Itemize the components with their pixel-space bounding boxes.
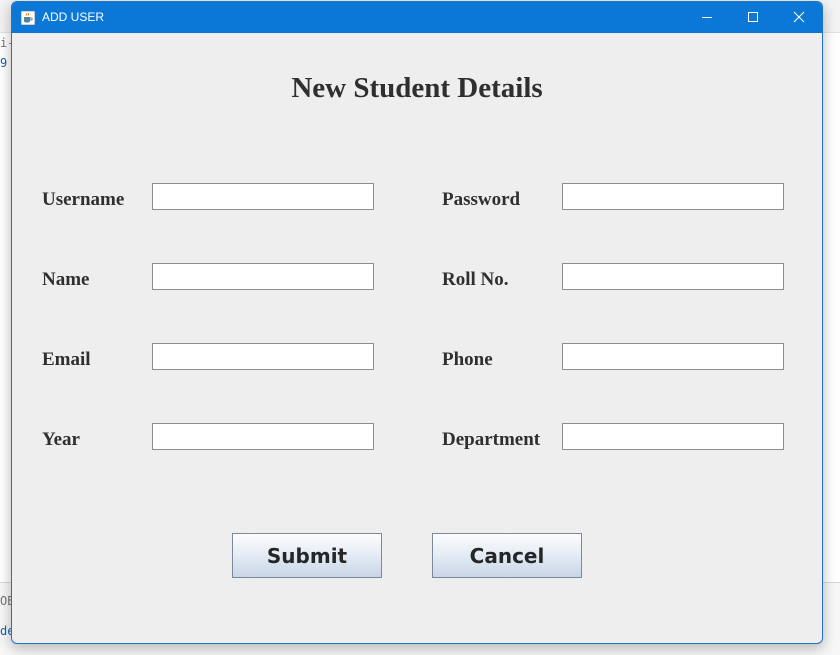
submit-button[interactable]: Submit [232, 533, 382, 578]
close-button[interactable] [776, 2, 822, 33]
form-heading: New Student Details [291, 72, 543, 104]
java-coffee-cup-icon [21, 10, 35, 25]
minimize-button[interactable] [684, 2, 730, 33]
phone-label: Phone [442, 349, 493, 370]
add-user-dialog: ADD USER New Student Details Username Na… [11, 1, 823, 644]
roll-no-label: Roll No. [442, 269, 509, 290]
background-text-fragment: OB [0, 594, 11, 608]
username-label: Username [42, 189, 125, 210]
department-label: Department [442, 429, 541, 450]
name-field[interactable] [152, 263, 374, 290]
email-label: Email [42, 349, 91, 370]
roll-no-field[interactable] [562, 263, 784, 290]
window-title: ADD USER [42, 10, 105, 24]
close-icon [793, 8, 805, 27]
background-text-fragment: i- [0, 36, 11, 50]
username-field[interactable] [152, 183, 374, 210]
maximize-button[interactable] [730, 2, 776, 33]
password-field[interactable] [562, 183, 784, 210]
cancel-button[interactable]: Cancel [432, 533, 582, 578]
maximize-icon [747, 8, 759, 27]
name-label: Name [42, 269, 90, 290]
minimize-icon [701, 8, 713, 27]
year-field[interactable] [152, 423, 374, 450]
email-field[interactable] [152, 343, 374, 370]
title-bar[interactable]: ADD USER [12, 2, 822, 33]
year-label: Year [42, 429, 80, 450]
phone-field[interactable] [562, 343, 784, 370]
password-label: Password [442, 189, 521, 210]
background-text-fragment: de [0, 624, 11, 638]
department-field[interactable] [562, 423, 784, 450]
background-text-fragment: 9 [0, 56, 8, 70]
